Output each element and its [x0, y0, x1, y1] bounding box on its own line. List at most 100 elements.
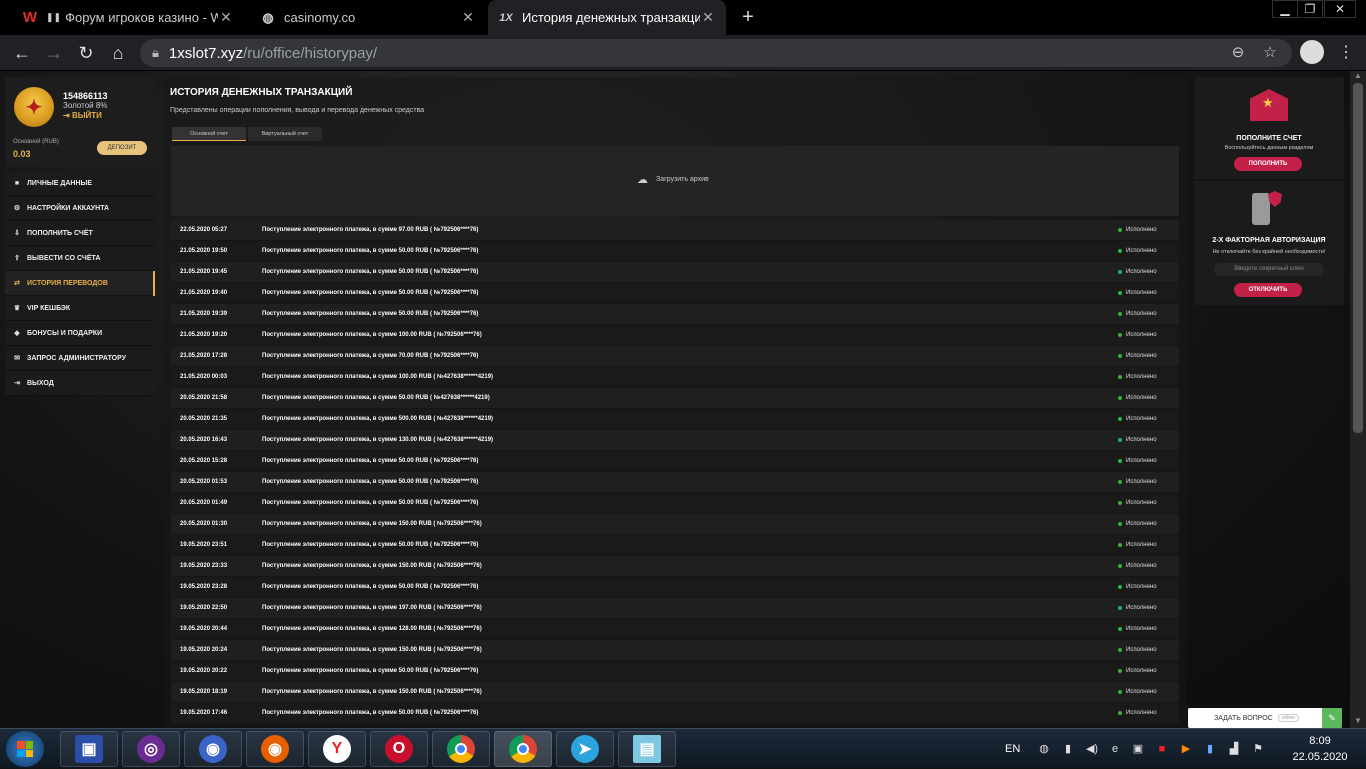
- transactions-table: 22.05.2020 05:27 Поступление электронного…: [171, 220, 1179, 724]
- account-balance: 0.03: [13, 149, 31, 159]
- sidebar-item-label: БОНУСЫ И ПОДАРКИ: [27, 329, 103, 337]
- status-dot-icon: [1118, 627, 1122, 631]
- account-tabs: Основной счет Виртуальный счет: [172, 127, 324, 141]
- chrome-icon: [447, 735, 475, 763]
- sidebar-item-deposit[interactable]: ⇩ ПОПОЛНИТЬ СЧЁТ: [5, 221, 155, 246]
- system-clock[interactable]: 8:09 22.05.2020: [1290, 733, 1350, 765]
- browser-menu-icon[interactable]: ⋮: [1336, 41, 1356, 65]
- close-window-button[interactable]: ✕: [1324, 0, 1356, 18]
- transaction-date: 19.05.2020 23:33: [180, 563, 228, 569]
- table-row: 21.05.2020 19:39 Поступление электронного…: [171, 304, 1179, 325]
- tray-device-icon[interactable]: ▮: [1060, 741, 1076, 757]
- sidebar-item-label: ЛИЧНЫЕ ДАННЫЕ: [27, 179, 93, 187]
- gold-medal-icon: ✦: [14, 87, 54, 127]
- online-badge: online: [1277, 714, 1300, 722]
- transaction-date: 21.05.2020 19:20: [180, 332, 228, 338]
- disable-2fa-button[interactable]: ОТКЛЮЧИТЬ: [1234, 283, 1302, 297]
- taskbar-notes-app[interactable]: ▤: [618, 731, 676, 767]
- tray-app-icon[interactable]: ▣: [1130, 741, 1146, 757]
- profile-avatar[interactable]: [1300, 40, 1324, 64]
- tab-casinomy[interactable]: ◍ casinomy.co ✕: [250, 0, 486, 35]
- taskbar-telegram-app[interactable]: ➤: [556, 731, 614, 767]
- status-dot-icon: [1118, 606, 1122, 610]
- taskbar-opera-app[interactable]: O: [370, 731, 428, 767]
- taskbar-save-app[interactable]: ▣: [60, 731, 118, 767]
- audio-levels-icon[interactable]: ▮: [1202, 741, 1218, 757]
- yandex-browser-icon: Y: [323, 735, 351, 763]
- transaction-date: 21.05.2020 19:50: [180, 248, 228, 254]
- taskbar-chrome-app[interactable]: [432, 731, 490, 767]
- start-button[interactable]: [6, 731, 44, 767]
- transaction-date: 19.05.2020 20:22: [180, 668, 228, 674]
- sidebar-item-bonuses[interactable]: ◆ БОНУСЫ И ПОДАРКИ: [5, 321, 155, 346]
- tray-player-icon[interactable]: ▶: [1178, 741, 1194, 757]
- sidebar-item-settings[interactable]: ⚙ НАСТРОЙКИ АККАУНТА: [5, 196, 155, 221]
- language-indicator[interactable]: EN: [1005, 729, 1020, 769]
- page-scrollbar[interactable]: ▲ ▼: [1350, 71, 1366, 728]
- sidebar-item-withdraw[interactable]: ⇧ ВЫВЕСТИ СО СЧЁТА: [5, 246, 155, 271]
- network-globe-icon[interactable]: ◍: [1036, 741, 1052, 757]
- tray-red-app-icon[interactable]: ■: [1154, 741, 1170, 757]
- taskbar-yandex-app[interactable]: Y: [308, 731, 366, 767]
- transaction-date: 21.05.2020 19:40: [180, 290, 228, 296]
- url-path: /ru/office/historypay/: [243, 44, 378, 62]
- sidebar-item-vip[interactable]: ♛ VIP КЕШБЭК: [5, 296, 155, 321]
- archive-download[interactable]: ☁ Загрузить архив: [171, 146, 1179, 216]
- transaction-date: 20.05.2020 01:30: [180, 521, 228, 527]
- tab-main-account[interactable]: Основной счет: [172, 127, 246, 141]
- taskbar-chrome-active-app[interactable]: [494, 731, 552, 767]
- bookmark-star-icon[interactable]: ☆: [1260, 43, 1280, 63]
- edge-icon[interactable]: e: [1107, 741, 1123, 757]
- scroll-up-icon[interactable]: ▲: [1350, 71, 1366, 83]
- clock-date: 22.05.2020: [1292, 751, 1348, 763]
- sidebar-item-admin-request[interactable]: ✉ ЗАПРОС АДМИНИСТРАТОРУ: [5, 346, 155, 371]
- reload-button[interactable]: ↻: [74, 41, 98, 65]
- opera-icon: O: [385, 735, 413, 763]
- tab-history[interactable]: 1X История денежных транзакций ✕: [488, 0, 726, 35]
- firefox-dev-icon: ◉: [199, 735, 227, 763]
- sidebar-item-exit[interactable]: ⇥ ВЫХОД: [5, 371, 155, 396]
- taskbar-firefox-app[interactable]: ◉: [246, 731, 304, 767]
- status-dot-icon: [1118, 438, 1122, 442]
- forward-button[interactable]: →: [42, 41, 66, 65]
- restore-button[interactable]: ❐: [1297, 0, 1323, 18]
- new-tab-button[interactable]: +: [737, 6, 759, 28]
- logout-link[interactable]: ⇥ ВЫЙТИ: [63, 111, 102, 120]
- minimize-button[interactable]: ▁: [1272, 0, 1298, 18]
- deposit-button[interactable]: ДЕПОЗИТ: [97, 141, 147, 155]
- home-button[interactable]: ⌂: [106, 41, 130, 65]
- close-tab-icon[interactable]: ✕: [460, 9, 476, 26]
- scroll-down-icon[interactable]: ▼: [1350, 716, 1366, 728]
- back-button[interactable]: ←: [10, 41, 34, 65]
- sidebar-item-personal[interactable]: ■ ЛИЧНЫЕ ДАННЫЕ: [5, 171, 155, 196]
- transaction-date: 20.05.2020 21:58: [180, 395, 228, 401]
- secret-key-input[interactable]: Введите секретный ключ: [1214, 263, 1324, 276]
- two-factor-card: 2-Х ФАКТОРНАЯ АВТОРИЗАЦИЯ Не отключайте …: [1194, 181, 1344, 305]
- archive-label: Загрузить архив: [656, 176, 709, 183]
- tab-forum[interactable]: W ❚❚ Форум игроков казино - WIN ✕: [12, 0, 244, 35]
- sidebar-item-history[interactable]: ⇄ ИСТОРИЯ ПЕРЕВОДОВ: [5, 271, 155, 296]
- transaction-description: Поступление электронного платежа, в сумм…: [262, 710, 479, 716]
- signal-bars-icon[interactable]: ▟: [1226, 741, 1242, 757]
- address-bar[interactable]: 🔒︎ 1xslot7.xyz /ru/office/historypay/ ⊖ …: [140, 39, 1292, 67]
- tab-virtual-account[interactable]: Виртуальный счет: [248, 127, 322, 141]
- table-row: 19.05.2020 20:22 Поступление электронного…: [171, 661, 1179, 682]
- deposit-promo-card: ★ ПОПОЛНИТЕ СЧЕТ Воспользуйтесь данным р…: [1194, 77, 1344, 179]
- ask-question-widget[interactable]: ЗАДАТЬ ВОПРОС online ✎: [1188, 708, 1342, 728]
- pause-icon: ❚❚: [46, 12, 62, 22]
- status-dot-icon: [1118, 396, 1122, 400]
- table-row: 21.05.2020 19:40 Поступление электронного…: [171, 283, 1179, 304]
- volume-icon[interactable]: ◀): [1084, 741, 1100, 757]
- zoom-icon[interactable]: ⊖: [1228, 43, 1248, 63]
- show-hidden-flag-icon[interactable]: ⚑: [1250, 741, 1266, 757]
- chat-icon[interactable]: ✎: [1322, 708, 1342, 728]
- page-subtitle: Представлены операции пополнения, вывода…: [170, 107, 425, 114]
- close-tab-icon[interactable]: ✕: [218, 9, 234, 26]
- close-tab-icon[interactable]: ✕: [700, 9, 716, 26]
- loyalty-level: Золотой 8%: [63, 101, 108, 110]
- taskbar-firefox-dev-app[interactable]: ◉: [184, 731, 242, 767]
- scrollbar-thumb[interactable]: [1353, 83, 1363, 433]
- transaction-description: Поступление электронного платежа, в сумм…: [262, 395, 490, 401]
- topup-button[interactable]: ПОПОЛНИТЬ: [1234, 157, 1302, 171]
- taskbar-tor-app[interactable]: ◎: [122, 731, 180, 767]
